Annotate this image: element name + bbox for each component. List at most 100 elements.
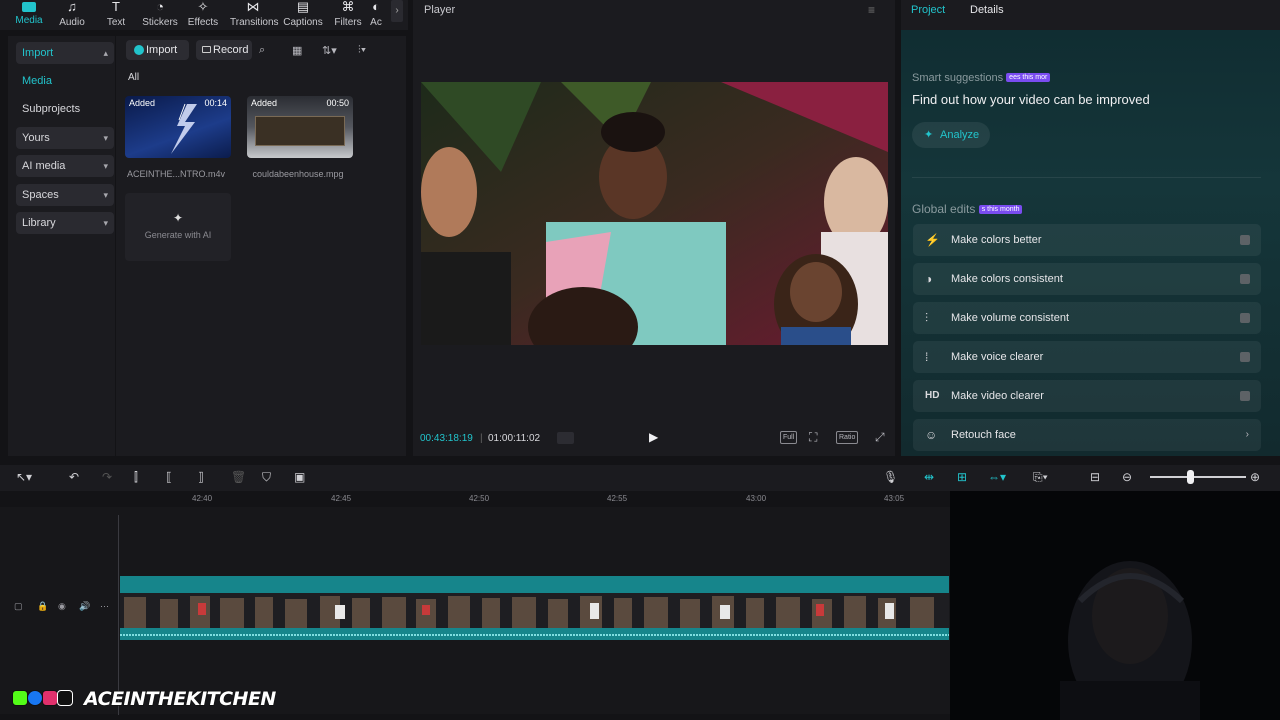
- audio-waveform[interactable]: [120, 628, 949, 640]
- zoom-in-icon[interactable]: ⊕: [1250, 470, 1260, 484]
- import-button[interactable]: Import: [126, 40, 189, 60]
- search-icon[interactable]: ⌕: [259, 44, 265, 57]
- transitions-icon: ⋈: [246, 0, 260, 14]
- nav-media-label: Media: [22, 75, 52, 87]
- tab-transitions[interactable]: ⋈ Transitions: [230, 0, 279, 30]
- tab-effects[interactable]: ✧ Effects: [181, 0, 225, 30]
- zoom-slider-track[interactable]: [1150, 476, 1246, 478]
- magic-wand-icon: ⚡: [925, 233, 940, 247]
- tab-captions[interactable]: ▤ Captions: [281, 0, 325, 30]
- lock-icon[interactable]: 🔒: [37, 601, 48, 612]
- auto-snap-icon[interactable]: ⇔▾: [988, 470, 1006, 484]
- caption-toggle-icon[interactable]: ⊟: [1090, 470, 1100, 484]
- smart-suggestions-heading: Find out how your video can be improved: [912, 92, 1150, 107]
- nav-yours-label: Yours: [22, 132, 50, 144]
- split-right-icon[interactable]: ⟧: [198, 470, 204, 484]
- video-clip-header[interactable]: [120, 576, 949, 593]
- menu-icon[interactable]: ≡: [868, 3, 875, 17]
- multicam-icon[interactable]: ▣: [294, 470, 305, 484]
- crop-icon[interactable]: ⛶: [809, 430, 817, 445]
- select-cursor-icon[interactable]: ↖▾: [16, 470, 32, 484]
- captions-icon: ▤: [296, 0, 310, 14]
- left-nav: Import ▴ Media Subprojects Yours ▾ AI me…: [8, 36, 115, 456]
- instagram-icon: [42, 690, 58, 706]
- microphone-icon[interactable]: 🎙: [883, 470, 898, 484]
- nav-media[interactable]: Media: [16, 70, 114, 92]
- record-button[interactable]: Record: [196, 40, 252, 60]
- tab-adjust[interactable]: ◐ Ac: [364, 0, 388, 30]
- tab-stickers[interactable]: ◔ Stickers: [138, 0, 182, 30]
- analyze-button[interactable]: ✦ Analyze: [912, 122, 990, 148]
- generate-ai-tile[interactable]: ✦ Generate with AI: [125, 193, 231, 261]
- toolbar-more-chevron-icon[interactable]: ›: [391, 0, 403, 22]
- cover-icon[interactable]: ▢: [14, 601, 23, 612]
- play-icon[interactable]: ▶: [649, 430, 658, 444]
- zoom-out-icon[interactable]: ⊖: [1122, 470, 1132, 484]
- stickers-icon: ◔: [156, 0, 164, 14]
- undo-icon[interactable]: ↶: [69, 470, 79, 484]
- nav-spaces[interactable]: Spaces ▾: [16, 184, 114, 206]
- speaker-icon[interactable]: 🔊: [79, 601, 90, 612]
- nav-ai-media-label: AI media: [22, 160, 66, 172]
- layout-grid-icon[interactable]: ▦: [292, 44, 302, 57]
- redo-icon[interactable]: ↷: [102, 470, 112, 484]
- link-clips-icon[interactable]: ⇹: [924, 470, 934, 484]
- shield-icon[interactable]: ⛉: [262, 470, 271, 485]
- checkbox[interactable]: [1240, 391, 1250, 401]
- full-button[interactable]: Full: [780, 431, 798, 444]
- tab-text[interactable]: T Text: [94, 0, 138, 30]
- split-icon[interactable]: ⫿: [134, 470, 138, 485]
- make-colors-consistent-item[interactable]: ◑ Make colors consistent: [913, 263, 1261, 295]
- analyze-button-label: Analyze: [940, 129, 980, 141]
- retouch-face-item[interactable]: ☺ Retouch face ›: [913, 419, 1261, 451]
- waveform-graphic: [120, 634, 949, 636]
- eye-icon[interactable]: ◉: [58, 601, 66, 612]
- effects-icon: ✧: [197, 0, 209, 14]
- make-volume-consistent-item[interactable]: ⫶ Make volume consistent: [913, 302, 1261, 334]
- delete-icon[interactable]: 🗑: [231, 470, 246, 484]
- tab-transitions-label: Transitions: [230, 17, 279, 28]
- tab-details[interactable]: Details: [970, 4, 1004, 16]
- nav-subprojects[interactable]: Subprojects: [16, 98, 114, 120]
- action-label: Make voice clearer: [951, 351, 1044, 363]
- player-title: Player: [424, 4, 456, 16]
- ratio-button[interactable]: Ratio: [836, 431, 859, 444]
- checkbox[interactable]: [1240, 313, 1250, 323]
- media-item-house[interactable]: Added 00:50: [247, 96, 353, 158]
- playhead[interactable]: [118, 515, 119, 715]
- checkbox[interactable]: [1240, 274, 1250, 284]
- tab-project[interactable]: Project: [911, 4, 945, 16]
- zoom-slider-handle[interactable]: [1187, 470, 1194, 484]
- media-item-name: ACEINTHE...NTRO.m4v: [126, 169, 225, 179]
- loop-icon[interactable]: [557, 432, 574, 444]
- nav-ai-media[interactable]: AI media ▾: [16, 155, 114, 177]
- tab-media[interactable]: Media: [7, 0, 51, 30]
- checkbox[interactable]: [1240, 352, 1250, 362]
- tab-audio-label: Audio: [59, 17, 85, 28]
- magnet-icon[interactable]: ⊞: [957, 470, 967, 484]
- sort-icon[interactable]: ⇅▾: [322, 44, 337, 57]
- checkbox[interactable]: [1240, 235, 1250, 245]
- nav-yours[interactable]: Yours ▾: [16, 127, 114, 149]
- chevron-down-icon: ▾: [103, 161, 108, 171]
- fullscreen-icon[interactable]: ⤢: [875, 430, 885, 445]
- waveform-icon: ⁞: [925, 350, 929, 364]
- preview-axis-icon[interactable]: ⎘▾: [1033, 470, 1048, 485]
- make-colors-better-item[interactable]: ⚡ Make colors better: [913, 224, 1261, 256]
- global-edits-header: Global edits s this month: [912, 202, 1023, 216]
- nav-library[interactable]: Library ▾: [16, 212, 114, 234]
- video-clip-filmstrip[interactable]: [120, 593, 949, 628]
- make-voice-clearer-item[interactable]: ⁞ Make voice clearer: [913, 341, 1261, 373]
- media-item-intro[interactable]: Added 00:14: [125, 96, 231, 158]
- import-button-label: Import: [146, 44, 178, 56]
- sparkle-icon: ✦: [924, 129, 934, 141]
- nav-import[interactable]: Import ▴: [16, 42, 114, 64]
- split-left-icon[interactable]: ⟦: [166, 470, 172, 484]
- filter-icon[interactable]: ⫶▾: [358, 44, 366, 57]
- video-preview[interactable]: [421, 82, 888, 345]
- more-icon[interactable]: ⋯: [100, 601, 109, 612]
- filter-all[interactable]: All: [128, 72, 139, 83]
- tab-audio[interactable]: ♫ Audio: [50, 0, 94, 30]
- timeline-ruler[interactable]: [118, 491, 950, 507]
- make-video-clearer-item[interactable]: HD Make video clearer: [913, 380, 1261, 412]
